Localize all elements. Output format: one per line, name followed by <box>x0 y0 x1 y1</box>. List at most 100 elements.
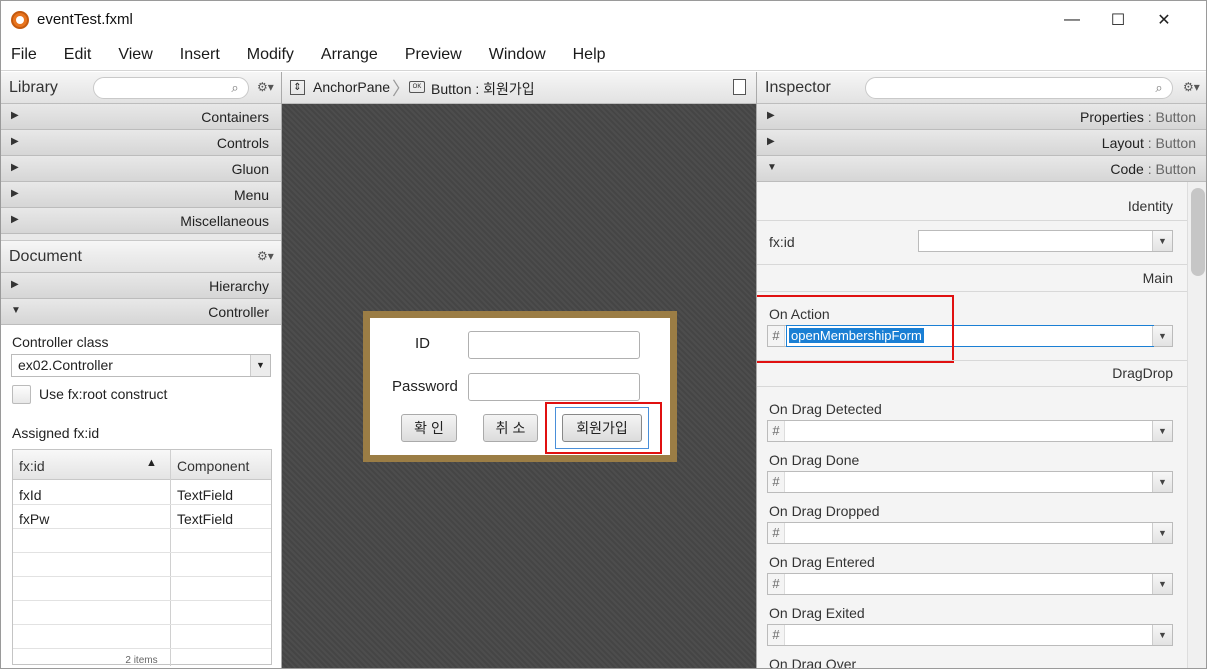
collapsed-arrow-icon: ▶ <box>767 136 775 147</box>
menu-window[interactable]: Window <box>479 46 556 64</box>
id-label: ID <box>415 335 430 352</box>
assigned-fxid-table: fx:id ▲ Component fxId TextField fxPw Te… <box>12 449 272 666</box>
dragdrop-heading: DragDrop <box>1112 365 1173 381</box>
column-header-component[interactable]: Component <box>177 458 249 474</box>
menu-help[interactable]: Help <box>563 46 616 64</box>
controller-panel: Controller class ex02.Controller ▼ Use f… <box>1 325 281 666</box>
inspector-section-properties[interactable]: ▶ Properties : Button <box>757 104 1206 130</box>
search-icon: ⌕ <box>1155 80 1163 95</box>
menu-file[interactable]: File <box>1 46 47 64</box>
library-gear-icon[interactable]: ⚙▾ <box>257 80 274 94</box>
hash-prefix: # <box>768 472 785 492</box>
maximize-button[interactable]: ☐ <box>1095 1 1141 39</box>
on-drag-done-field[interactable]: # ▼ <box>767 471 1173 493</box>
inspector-section-layout[interactable]: ▶ Layout : Button <box>757 130 1206 156</box>
use-fx-root-label: Use fx:root construct <box>39 386 168 402</box>
chevron-down-icon[interactable]: ▼ <box>1152 472 1172 492</box>
chevron-down-icon[interactable]: ▼ <box>250 355 270 376</box>
chevron-down-icon[interactable]: ▼ <box>1152 231 1172 251</box>
inspector-search-input[interactable]: ⌕ <box>865 77 1173 99</box>
section-label: Layout <box>1101 135 1144 151</box>
cancel-button[interactable]: 취 소 <box>483 414 538 442</box>
minimize-button[interactable]: — <box>1049 1 1095 39</box>
menu-edit[interactable]: Edit <box>54 46 102 64</box>
table-cell-fxid[interactable]: fxId <box>19 487 42 503</box>
inspector-section-code[interactable]: ▼ Code : Button <box>757 156 1206 182</box>
library-section-menu[interactable]: ▶ Menu <box>1 182 281 208</box>
on-drag-dropped-label: On Drag Dropped <box>769 503 880 519</box>
document-title: Document <box>9 247 82 265</box>
expanded-arrow-icon: ▼ <box>767 162 777 173</box>
chevron-down-icon[interactable]: ▼ <box>1152 625 1172 645</box>
document-gear-icon[interactable]: ⚙▾ <box>257 249 274 263</box>
annotation-highlight-box <box>757 295 954 363</box>
controller-class-combo[interactable]: ex02.Controller ▼ <box>11 354 271 377</box>
inspector-panel: Inspector ⌕ ⚙▾ ▶ Properties : Button ▶ Lay… <box>756 72 1206 668</box>
chevron-down-icon[interactable]: ▼ <box>1152 421 1172 441</box>
on-drag-entered-label: On Drag Entered <box>769 554 875 570</box>
content-panel: ⇕ AnchorPane 〉 OK Button : 회원가입 ID Passw… <box>282 72 756 668</box>
search-icon: ⌕ <box>231 80 239 95</box>
collapsed-arrow-icon: ▶ <box>11 188 19 199</box>
library-section-gluon[interactable]: ▶ Gluon <box>1 156 281 182</box>
controller-class-value: ex02.Controller <box>18 357 113 373</box>
menu-view[interactable]: View <box>108 46 162 64</box>
on-drag-dropped-field[interactable]: # ▼ <box>767 522 1173 544</box>
chevron-down-icon[interactable]: ▼ <box>1152 574 1172 594</box>
library-section-containers[interactable]: ▶ Containers <box>1 104 281 130</box>
section-label: Properties <box>1080 109 1144 125</box>
password-textfield[interactable] <box>468 373 640 401</box>
on-drag-exited-field[interactable]: # ▼ <box>767 624 1173 646</box>
library-search-input[interactable]: ⌕ <box>93 77 249 99</box>
section-sublabel: : Button <box>1147 161 1196 177</box>
use-fx-root-checkbox[interactable] <box>12 385 31 404</box>
menu-modify[interactable]: Modify <box>237 46 304 64</box>
document-section-hierarchy[interactable]: ▶ Hierarchy <box>1 273 281 299</box>
scene-builder-app-icon <box>11 11 29 29</box>
close-button[interactable]: ✕ <box>1141 1 1187 39</box>
hash-prefix: # <box>768 625 785 645</box>
library-section-miscellaneous[interactable]: ▶ Miscellaneous <box>1 208 281 234</box>
library-section-controls[interactable]: ▶ Controls <box>1 130 281 156</box>
breadcrumb-button[interactable]: Button : 회원가입 <box>431 79 535 99</box>
menu-preview[interactable]: Preview <box>395 46 472 64</box>
confirm-button[interactable]: 확 인 <box>401 414 457 442</box>
scrollbar-thumb[interactable] <box>1191 188 1205 276</box>
scene-builder-window: eventTest.fxml — ☐ ✕ File Edit View Inse… <box>0 0 1207 669</box>
id-textfield[interactable] <box>468 331 640 359</box>
document-header: Document ⚙▾ <box>1 241 281 273</box>
document-section-controller[interactable]: ▼ Controller <box>1 299 281 325</box>
chevron-down-icon[interactable]: ▼ <box>1152 523 1172 543</box>
inspector-gear-icon[interactable]: ⚙▾ <box>1183 80 1200 94</box>
breadcrumb-anchorpane[interactable]: AnchorPane <box>313 79 390 95</box>
collapsed-arrow-icon: ▶ <box>11 162 19 173</box>
menu-insert[interactable]: Insert <box>170 46 230 64</box>
on-drag-entered-field[interactable]: # ▼ <box>767 573 1173 595</box>
menu-arrange[interactable]: Arrange <box>311 46 388 64</box>
fxid-label: fx:id <box>769 234 795 250</box>
on-drag-detected-field[interactable]: # ▼ <box>767 420 1173 442</box>
annotation-highlight-box <box>545 402 662 454</box>
collapsed-arrow-icon: ▶ <box>11 110 19 121</box>
hash-prefix: # <box>768 421 785 441</box>
collapsed-arrow-icon: ▶ <box>767 110 775 121</box>
hash-prefix: # <box>768 523 785 543</box>
table-cell-fxid[interactable]: fxPw <box>19 511 49 527</box>
window-title: eventTest.fxml <box>37 11 133 28</box>
chevron-down-icon[interactable]: ▼ <box>1152 326 1172 346</box>
breadcrumb-separator-icon: 〉 <box>392 79 410 99</box>
menu-bar: File Edit View Insert Modify Arrange Pre… <box>1 39 1206 71</box>
button-icon: OK <box>409 81 425 93</box>
document-view-icon[interactable] <box>733 79 746 95</box>
table-cell-component[interactable]: TextField <box>177 511 233 527</box>
password-label: Password <box>392 378 458 395</box>
fxid-field[interactable]: ▼ <box>918 230 1173 252</box>
table-cell-component[interactable]: TextField <box>177 487 233 503</box>
on-drag-detected-label: On Drag Detected <box>769 401 882 417</box>
hash-prefix: # <box>768 574 785 594</box>
inspector-header: Inspector ⌕ ⚙▾ <box>757 72 1206 104</box>
table-item-count: 2 items <box>125 655 158 666</box>
identity-heading: Identity <box>1127 198 1173 214</box>
inspector-scrollbar[interactable] <box>1187 182 1206 668</box>
column-header-fxid[interactable]: fx:id <box>19 458 45 474</box>
